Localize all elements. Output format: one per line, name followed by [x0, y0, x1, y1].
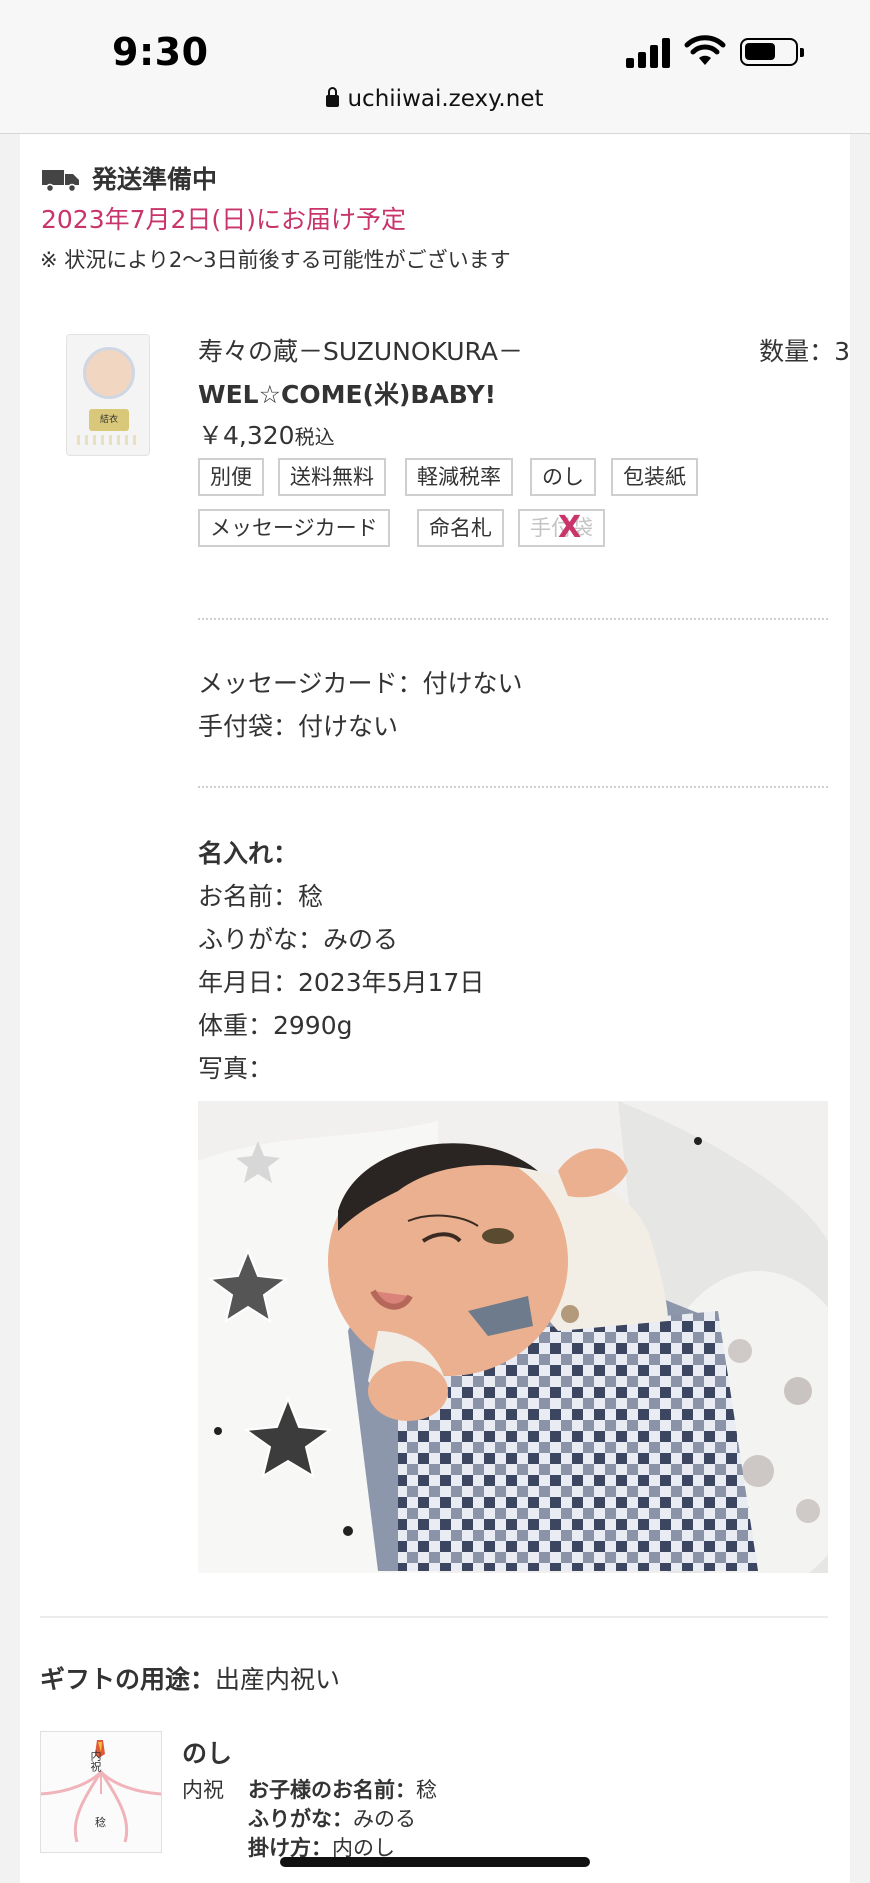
gift-usage-value: 出産内祝い [215, 1665, 341, 1694]
gift-usage-label: ギフトの用途： [40, 1665, 216, 1694]
wifi-icon [684, 35, 726, 65]
name-print-date: 年月日：2023年5月17日 [198, 968, 485, 997]
noshi-child-name: お子様のお名前：稔 [248, 1774, 437, 1804]
tag-separate-shipping: 別便 [198, 458, 264, 496]
name-print-furigana: ふりがな：みのる [198, 925, 399, 954]
product-name[interactable]: WEL☆COME(米)BABY! [198, 375, 496, 411]
product-thumbnail[interactable]: 結衣 [66, 334, 150, 456]
home-indicator[interactable] [280, 1857, 590, 1867]
noshi-furigana: ふりがな：みのる [248, 1803, 416, 1833]
order-detail-panel: 発送準備中 2023年7月2日(日)にお届け予定 ※ 状況により2〜3日前後する… [20, 134, 850, 1883]
noshi-child-name-label: お子様のお名前： [248, 1778, 416, 1802]
thumbnail-pattern [77, 435, 141, 445]
baby-photo[interactable] [198, 1101, 828, 1573]
lock-icon [326, 87, 340, 107]
address-bar[interactable]: uchiiwai.zexy.net [0, 86, 870, 112]
divider [198, 618, 828, 620]
status-time: 9:30 [112, 30, 209, 74]
tag-noshi: のし [530, 458, 596, 496]
option-message-card: メッセージカード：付けない [198, 669, 523, 698]
cross-mark-icon: X [558, 510, 582, 545]
tag-free-shipping: 送料無料 [278, 458, 386, 496]
product-quantity: 数量：3 [759, 337, 850, 366]
shipping-status-label: 発送準備中 [92, 165, 218, 194]
baby-face-image [83, 347, 135, 399]
noshi-image[interactable]: 内祝 稔 [40, 1731, 162, 1853]
tag-name-card: 命名札 [417, 509, 504, 547]
tag-reduced-tax: 軽減税率 [405, 458, 513, 496]
noshi-furigana-value: みのる [353, 1807, 416, 1831]
tax-label: 税込 [294, 425, 335, 449]
noshi-kind: 内祝 [182, 1778, 224, 1802]
shipping-status: 発送準備中 [42, 160, 217, 196]
option-handbag: 手付袋：付けない [198, 712, 399, 741]
tag-message-card: メッセージカード [198, 509, 390, 547]
status-bar: 9:30 uchiiwai.zexy.net [0, 0, 870, 134]
noshi-image-text-top: 内祝 [89, 1750, 102, 1772]
signal-icon [626, 38, 672, 68]
tag-handbag-disabled: 手付袋 X [518, 509, 605, 547]
section-divider [40, 1616, 828, 1618]
thumbnail-label: 結衣 [89, 409, 129, 431]
product-brand: 寿々の蔵－SUZUNOKURA－ [198, 337, 524, 366]
delivery-notice: ※ 状況により2〜3日前後する可能性がございます [40, 248, 511, 272]
name-print-photo-label: 写真： [198, 1054, 274, 1083]
divider [198, 786, 828, 788]
product-price: ￥4,320税込 [198, 416, 335, 452]
tag-wrapping: 包装紙 [611, 458, 698, 496]
noshi-child-name-value: 稔 [416, 1778, 437, 1802]
battery-icon [740, 38, 804, 66]
name-print-heading: 名入れ： [198, 839, 299, 868]
noshi-title: のし [182, 1739, 233, 1768]
noshi-image-text-bottom: 稔 [95, 1816, 106, 1829]
noshi-furigana-label: ふりがな： [248, 1807, 353, 1831]
baby-photo-illustration [198, 1101, 828, 1573]
gift-usage: ギフトの用途：出産内祝い [40, 1660, 340, 1696]
name-print-weight: 体重：2990g [198, 1011, 353, 1040]
truck-icon [42, 170, 79, 192]
delivery-date: 2023年7月2日(日)にお届け予定 [41, 205, 406, 234]
price-value: ￥4,320 [198, 421, 295, 450]
url-text: uchiiwai.zexy.net [347, 86, 544, 112]
name-print-name: お名前：稔 [198, 882, 324, 911]
